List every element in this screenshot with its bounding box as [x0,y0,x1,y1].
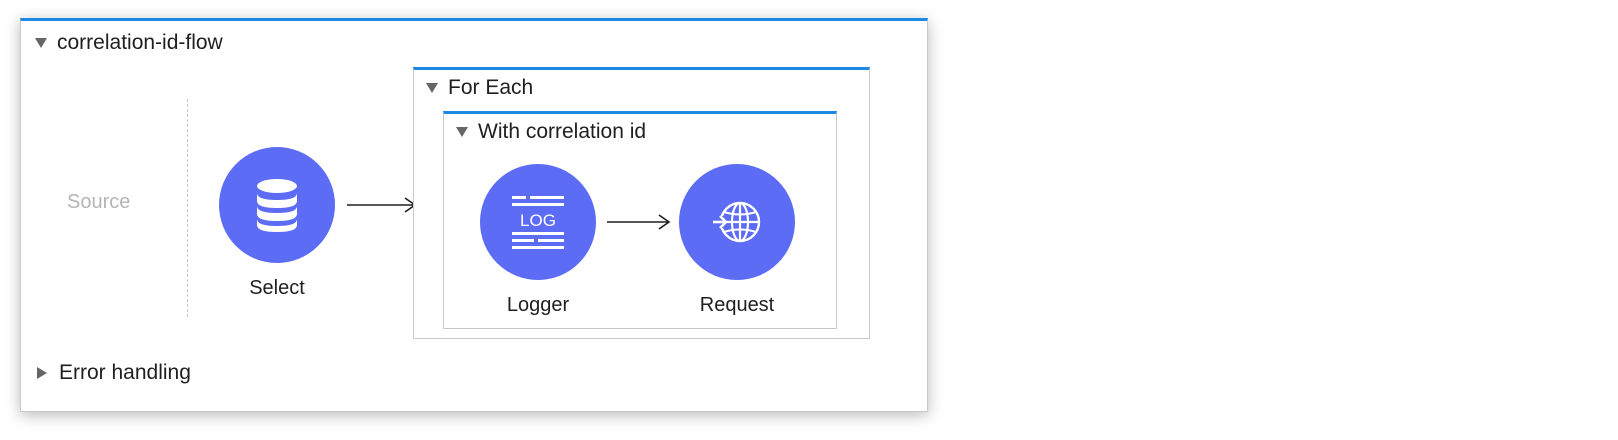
expand-triangle-icon[interactable] [37,367,47,379]
source-placeholder[interactable]: Source [67,191,130,214]
select-node-circle[interactable] [219,147,335,263]
flow-panel: correlation-id-flow Source Select For Ea… [20,18,928,412]
flow-header[interactable]: correlation-id-flow [35,31,223,55]
select-node-label: Select [249,277,305,299]
error-handling-row[interactable]: Error handling [37,361,191,385]
database-icon [257,179,297,232]
error-handling-label: Error handling [59,361,191,384]
request-node-circle[interactable] [679,164,795,280]
flow-title: correlation-id-flow [57,31,223,54]
connector-arrow-icon [607,214,671,230]
log-icon-text: LOG [520,211,556,230]
with-correlation-id-header[interactable]: With correlation id [456,120,646,144]
select-node[interactable]: Select [219,147,335,300]
request-node[interactable]: Request [679,164,795,317]
for-each-title: For Each [448,76,534,99]
request-node-label: Request [699,294,775,316]
globe-icon [713,201,761,243]
logger-node-circle[interactable]: LOG [480,164,596,280]
with-correlation-id-title: With correlation id [478,120,647,143]
logger-node-label: Logger [506,294,570,316]
for-each-header[interactable]: For Each [426,76,533,100]
collapse-triangle-icon[interactable] [35,38,47,48]
logger-node[interactable]: LOG Logger [480,164,596,317]
collapse-triangle-icon[interactable] [426,83,438,93]
source-divider [187,99,188,317]
with-correlation-id-scope[interactable]: With correlation id LOG Logger Request [443,111,837,329]
log-icon: LOG [512,196,564,249]
connector-arrow-icon [347,197,417,213]
collapse-triangle-icon[interactable] [456,127,468,137]
for-each-scope[interactable]: For Each With correlation id LOG Logger … [413,67,870,339]
